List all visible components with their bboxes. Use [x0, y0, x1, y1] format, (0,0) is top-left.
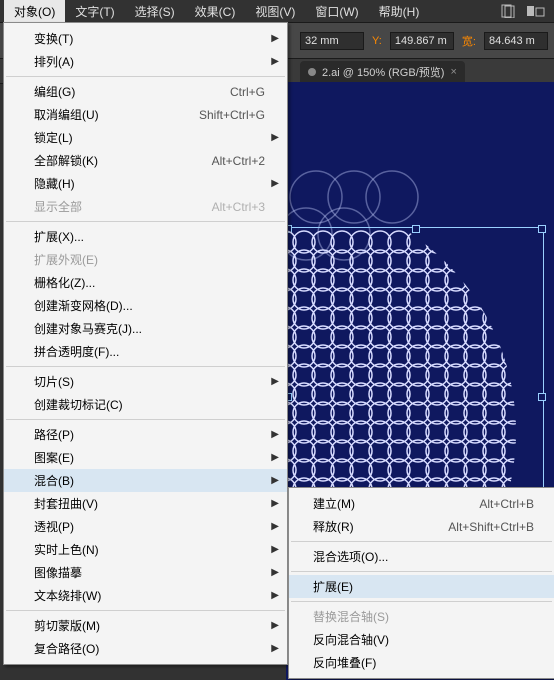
chevron-right-icon: ▶	[271, 567, 279, 578]
menu-gradient-mesh[interactable]: 创建渐变网格(D)...	[4, 294, 287, 317]
menu-arrange[interactable]: 排列(A)▶	[4, 50, 287, 73]
menubar: 对象(O) 文字(T) 选择(S) 效果(C) 视图(V) 窗口(W) 帮助(H…	[0, 0, 554, 23]
menu-image-trace[interactable]: 图像描摹▶	[4, 561, 287, 584]
menu-slice[interactable]: 切片(S)▶	[4, 370, 287, 393]
chevron-right-icon: ▶	[271, 498, 279, 509]
menu-flatten-transparency[interactable]: 拼合透明度(F)...	[4, 340, 287, 363]
arrange-icon[interactable]	[527, 2, 545, 20]
menu-rasterize[interactable]: 栅格化(Z)...	[4, 271, 287, 294]
menu-select[interactable]: 选择(S)	[125, 0, 185, 23]
menu-envelope[interactable]: 封套扭曲(V)▶	[4, 492, 287, 515]
menu-ungroup[interactable]: 取消编组(U)Shift+Ctrl+G	[4, 103, 287, 126]
menu-trim-marks[interactable]: 创建裁切标记(C)	[4, 393, 287, 416]
menu-lock[interactable]: 锁定(L)▶	[4, 126, 287, 149]
document-tab[interactable]: 2.ai @ 150% (RGB/预览) ×	[300, 61, 465, 83]
document-tab-label: 2.ai @ 150% (RGB/预览)	[322, 64, 444, 80]
menu-type[interactable]: 文字(T)	[65, 0, 124, 23]
menu-text-wrap[interactable]: 文本绕排(W)▶	[4, 584, 287, 607]
submenu-expand[interactable]: 扩展(E)	[289, 575, 554, 598]
x-field[interactable]: 32 mm	[300, 32, 364, 50]
menu-expand[interactable]: 扩展(X)...	[4, 225, 287, 248]
w-field[interactable]: 84.643 m	[484, 32, 548, 50]
menu-group[interactable]: 编组(G)Ctrl+G	[4, 80, 287, 103]
submenu-reverse-spine[interactable]: 反向混合轴(V)	[289, 628, 554, 651]
menu-perspective[interactable]: 透视(P)▶	[4, 515, 287, 538]
menu-transform[interactable]: 变换(T)▶	[4, 27, 287, 50]
object-menu-dropdown: 变换(T)▶ 排列(A)▶ 编组(G)Ctrl+G 取消编组(U)Shift+C…	[3, 22, 288, 665]
menu-clipping-mask[interactable]: 剪切蒙版(M)▶	[4, 614, 287, 637]
submenu-blend-options[interactable]: 混合选项(O)...	[289, 545, 554, 568]
close-icon[interactable]: ×	[450, 66, 456, 78]
y-field[interactable]: 149.867 m	[390, 32, 454, 50]
chevron-right-icon: ▶	[271, 544, 279, 555]
w-label: 宽:	[458, 31, 480, 51]
chevron-right-icon: ▶	[271, 475, 279, 486]
chevron-right-icon: ▶	[271, 620, 279, 631]
y-label: Y:	[368, 33, 386, 49]
chevron-right-icon: ▶	[271, 429, 279, 440]
menu-unlock-all[interactable]: 全部解锁(K)Alt+Ctrl+2	[4, 149, 287, 172]
menu-object[interactable]: 对象(O)	[4, 0, 65, 23]
chevron-right-icon: ▶	[271, 590, 279, 601]
menu-compound-path[interactable]: 复合路径(O)▶	[4, 637, 287, 660]
menu-path[interactable]: 路径(P)▶	[4, 423, 287, 446]
chevron-right-icon: ▶	[271, 521, 279, 532]
menu-blend[interactable]: 混合(B)▶	[4, 469, 287, 492]
chevron-right-icon: ▶	[271, 33, 279, 44]
chevron-right-icon: ▶	[271, 643, 279, 654]
document-icon[interactable]	[499, 2, 517, 20]
menu-live-paint[interactable]: 实时上色(N)▶	[4, 538, 287, 561]
menu-effect[interactable]: 效果(C)	[185, 0, 246, 23]
menu-pattern[interactable]: 图案(E)▶	[4, 446, 287, 469]
menu-show-all: 显示全部Alt+Ctrl+3	[4, 195, 287, 218]
menu-mosaic[interactable]: 创建对象马赛克(J)...	[4, 317, 287, 340]
chevron-right-icon: ▶	[271, 178, 279, 189]
submenu-replace-spine: 替换混合轴(S)	[289, 605, 554, 628]
submenu-make[interactable]: 建立(M)Alt+Ctrl+B	[289, 492, 554, 515]
chevron-right-icon: ▶	[271, 376, 279, 387]
chevron-right-icon: ▶	[271, 56, 279, 67]
document-dot-icon	[308, 68, 316, 76]
blend-submenu: 建立(M)Alt+Ctrl+B 释放(R)Alt+Shift+Ctrl+B 混合…	[288, 487, 554, 679]
menu-window[interactable]: 窗口(W)	[305, 0, 368, 23]
menu-hide[interactable]: 隐藏(H)▶	[4, 172, 287, 195]
chevron-right-icon: ▶	[271, 452, 279, 463]
menu-help[interactable]: 帮助(H)	[369, 0, 430, 23]
menu-view[interactable]: 视图(V)	[245, 0, 305, 23]
submenu-release[interactable]: 释放(R)Alt+Shift+Ctrl+B	[289, 515, 554, 538]
submenu-reverse-stack[interactable]: 反向堆叠(F)	[289, 651, 554, 674]
chevron-right-icon: ▶	[271, 132, 279, 143]
menu-expand-appearance: 扩展外观(E)	[4, 248, 287, 271]
